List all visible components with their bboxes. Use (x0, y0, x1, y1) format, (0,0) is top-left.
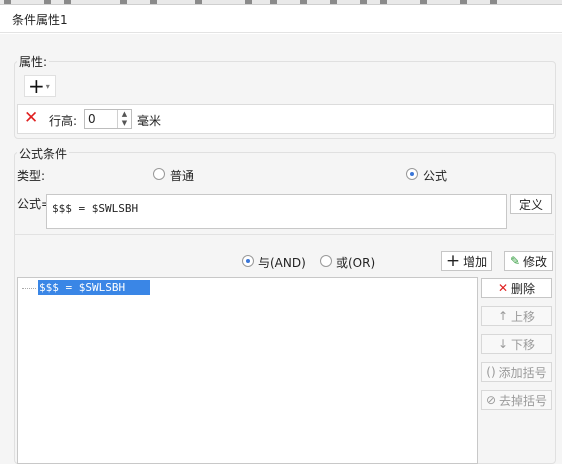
delete-button[interactable]: ✕ 删除 (481, 278, 552, 298)
type-label: 类型: (17, 169, 46, 183)
type-formula-radio[interactable] (406, 168, 418, 180)
delete-icon: ✕ (497, 281, 509, 295)
condition-list[interactable]: $$$ = $SWLSBH (17, 277, 478, 464)
edit-condition-label: 修改 (523, 254, 548, 269)
add-condition-label: 增加 (463, 254, 488, 269)
add-bracket-button[interactable]: () 添加括号 (481, 362, 552, 382)
type-normal-label[interactable]: 普通 (170, 167, 194, 184)
move-down-label: 下移 (511, 337, 536, 352)
or-label[interactable]: 或(OR) (336, 254, 375, 271)
move-up-button[interactable]: ↑ 上移 (481, 306, 552, 326)
row-height-spinner[interactable]: 0 ▲ ▼ (84, 109, 132, 129)
remove-bracket-label: 去掉括号 (499, 393, 548, 408)
spinner-arrows[interactable]: ▲ ▼ (117, 110, 131, 128)
and-label[interactable]: 与(AND) (258, 254, 306, 271)
dialog-title: 条件属性1 (12, 13, 68, 27)
properties-group-label: 属性: (17, 53, 50, 70)
move-up-label: 上移 (511, 309, 536, 324)
spin-down-icon[interactable]: ▼ (118, 119, 131, 128)
tree-connector (22, 288, 36, 289)
arrow-down-icon: ↓ (497, 337, 509, 351)
or-radio[interactable] (320, 255, 332, 267)
row-height-value[interactable]: 0 (88, 112, 96, 126)
arrow-up-icon: ↑ (497, 309, 509, 323)
add-property-button[interactable]: + ▾ (24, 75, 56, 97)
spin-up-icon[interactable]: ▲ (118, 110, 131, 119)
delete-label: 删除 (511, 281, 536, 296)
list-item[interactable]: $$$ = $SWLSBH (38, 280, 150, 295)
formula-input[interactable]: $$$ = $SWLSBH (46, 194, 507, 229)
define-button[interactable]: 定义 (510, 194, 552, 214)
remove-property-icon[interactable]: ✕ (24, 108, 38, 128)
remove-bracket-icon: ⊘ (485, 393, 497, 407)
chevron-down-icon: ▾ (45, 81, 50, 91)
dialog-titlebar: 条件属性1 (0, 5, 562, 33)
plus-icon: + (445, 251, 461, 271)
add-bracket-label: 添加括号 (498, 365, 547, 380)
edit-icon: ✎ (509, 254, 521, 268)
section-divider (14, 234, 554, 235)
and-radio[interactable] (242, 255, 254, 267)
formula-condition-label: 公式条件 (17, 145, 70, 162)
remove-bracket-button[interactable]: ⊘ 去掉括号 (481, 390, 552, 410)
edit-condition-button[interactable]: ✎ 修改 (504, 251, 553, 271)
define-button-label: 定义 (518, 197, 543, 212)
type-formula-label[interactable]: 公式 (423, 167, 447, 184)
plus-icon: + (28, 74, 45, 98)
unit-label: 毫米 (137, 114, 162, 128)
add-condition-button[interactable]: + 增加 (441, 251, 492, 271)
bracket-icon: () (486, 365, 496, 379)
row-height-label: 行高: (49, 114, 78, 128)
formula-text: $$$ = $SWLSBH (52, 202, 139, 215)
type-normal-radio[interactable] (153, 168, 165, 180)
move-down-button[interactable]: ↓ 下移 (481, 334, 552, 354)
